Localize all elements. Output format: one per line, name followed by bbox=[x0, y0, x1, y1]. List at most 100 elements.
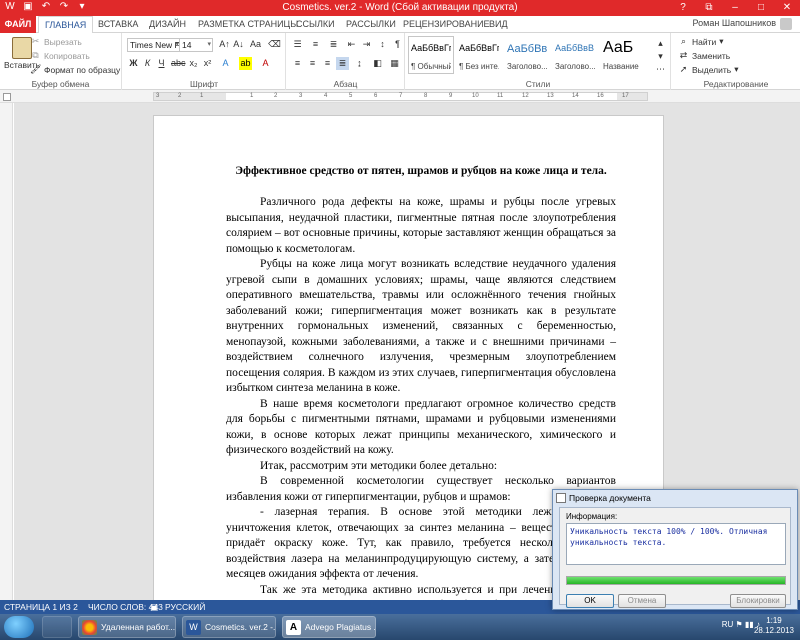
style-title[interactable]: АаБ Название bbox=[600, 36, 646, 74]
align-center-icon[interactable]: ≡ bbox=[306, 57, 319, 70]
increase-indent-icon[interactable]: ⇥ bbox=[360, 38, 373, 51]
document-check-dialog: Проверка документа Информация: Уникально… bbox=[552, 489, 798, 610]
task-word-document[interactable]: W Cosmetics. ver.2 -... bbox=[182, 616, 276, 638]
style-no-spacing[interactable]: АаБбВвГг, ¶ Без инте... bbox=[456, 36, 502, 74]
start-button[interactable] bbox=[4, 616, 34, 638]
tab-home[interactable]: ГЛАВНАЯ bbox=[38, 16, 94, 34]
dialog-title: Проверка документа bbox=[569, 493, 651, 503]
line-spacing-icon[interactable]: ↨ bbox=[353, 57, 366, 70]
tab-review[interactable]: РЕЦЕНЗИРОВАНИЕ bbox=[397, 16, 496, 33]
replace-button[interactable]: ⇄ Заменить bbox=[678, 50, 730, 61]
styles-more-icon[interactable]: ⋯ bbox=[654, 63, 667, 76]
select-button[interactable]: ➚ Выделить ▾ bbox=[678, 64, 739, 75]
group-label-paragraph: Абзац bbox=[333, 79, 358, 89]
language-indicator[interactable]: РУССКИЙ bbox=[165, 602, 205, 612]
borders-icon[interactable]: ▦ bbox=[388, 57, 401, 70]
close-button[interactable]: ✕ bbox=[774, 0, 800, 16]
paragraph: В наше время косметологи предлагают огро… bbox=[226, 397, 616, 457]
format-painter-button[interactable]: 🖌 Формат по образцу bbox=[30, 64, 120, 75]
ruler-bar: 3 2 1 1 2 3 4 5 6 7 8 9 10 11 12 13 14 1… bbox=[0, 90, 800, 103]
find-button[interactable]: ⌕ Найти ▾ bbox=[678, 36, 724, 47]
bullets-icon[interactable]: ☰ bbox=[291, 38, 304, 51]
task-remote-work[interactable]: Удаленная работ... bbox=[78, 616, 176, 638]
group-paragraph: ☰ ≡ ≣ ⇤ ⇥ ↕ ¶ ≡ ≡ ≡ ≣ ↨ ◧ ▦ Абзац bbox=[287, 33, 405, 90]
network-icon[interactable]: ▮▮ bbox=[745, 620, 754, 629]
ribbon-tabs: ФАЙЛ ГЛАВНАЯ ВСТАВКА ДИЗАЙН РАЗМЕТКА СТР… bbox=[0, 16, 800, 34]
font-name-select[interactable]: Times New F ▾ bbox=[127, 38, 181, 52]
align-left-icon[interactable]: ≡ bbox=[291, 57, 304, 70]
chrome-icon bbox=[82, 620, 97, 635]
align-right-icon[interactable]: ≡ bbox=[321, 57, 334, 70]
info-text-box[interactable]: Уникальность текста 100% / 100%. Отлична… bbox=[566, 523, 786, 565]
styles-scroll-down-icon[interactable]: ▾ bbox=[654, 50, 667, 63]
style-heading-2[interactable]: АаБбВвВ Заголово... bbox=[552, 36, 598, 74]
cancel-button[interactable]: Отмена bbox=[618, 594, 666, 608]
tab-references[interactable]: ССЫЛКИ bbox=[290, 16, 341, 33]
proofing-icon[interactable]: ▣ bbox=[150, 602, 158, 613]
multilevel-list-icon[interactable]: ≣ bbox=[327, 38, 340, 51]
numbering-icon[interactable]: ≡ bbox=[309, 38, 322, 51]
tab-mailings[interactable]: РАССЫЛКИ bbox=[340, 16, 402, 33]
clear-format-icon[interactable]: ⌫ bbox=[268, 38, 281, 51]
tab-design[interactable]: ДИЗАЙН bbox=[143, 16, 192, 33]
group-label-editing: Редактирование bbox=[703, 79, 769, 89]
superscript-button[interactable]: x² bbox=[201, 57, 214, 70]
change-case-icon[interactable]: Aa bbox=[249, 38, 262, 51]
tab-view[interactable]: ВИД bbox=[483, 16, 514, 33]
ok-button[interactable]: OK bbox=[566, 594, 614, 608]
vertical-ruler[interactable] bbox=[0, 103, 13, 600]
font-color-icon[interactable]: A bbox=[259, 57, 272, 70]
text-effects-icon[interactable]: A bbox=[219, 57, 232, 70]
user-name[interactable]: Роман Шапошников bbox=[693, 18, 776, 28]
style-normal[interactable]: АаБбВвГг, ¶ Обычный bbox=[408, 36, 454, 74]
styles-scroll-up-icon[interactable]: ▴ bbox=[654, 37, 667, 50]
blocks-button[interactable]: Блокировки bbox=[730, 594, 786, 608]
dialog-body: Информация: Уникальность текста 100% / 1… bbox=[559, 507, 791, 608]
chevron-down-icon: ▾ bbox=[207, 41, 211, 48]
copy-button[interactable]: ⧉ Копировать bbox=[30, 50, 90, 61]
ruler-tick: 17 bbox=[622, 93, 629, 99]
decrease-indent-icon[interactable]: ⇤ bbox=[345, 38, 358, 51]
subscript-button[interactable]: x₂ bbox=[187, 57, 200, 70]
ruler-tick: 5 bbox=[349, 93, 353, 99]
justify-icon[interactable]: ≣ bbox=[336, 57, 349, 70]
page-count[interactable]: СТРАНИЦА 1 ИЗ 2 bbox=[4, 602, 78, 612]
shading-icon[interactable]: ◧ bbox=[371, 57, 384, 70]
dialog-title-bar[interactable]: Проверка документа bbox=[553, 490, 797, 506]
shrink-font-icon[interactable]: A↓ bbox=[232, 38, 245, 51]
chevron-down-icon: ▾ bbox=[734, 64, 739, 74]
tab-selector[interactable] bbox=[3, 93, 11, 101]
uniqueness-progress-bar bbox=[566, 576, 786, 585]
group-label-clipboard: Буфер обмена bbox=[31, 79, 90, 89]
tab-page-layout[interactable]: РАЗМЕТКА СТРАНИЦЫ bbox=[192, 16, 304, 33]
flag-icon[interactable]: ⚑ bbox=[736, 620, 743, 629]
cut-button[interactable]: ✂ Вырезать bbox=[30, 36, 82, 47]
system-clock[interactable]: 1:19 28.12.2013 bbox=[754, 616, 794, 636]
ruler-tick: 7 bbox=[399, 93, 403, 99]
minimize-button[interactable]: – bbox=[722, 0, 748, 16]
strikethrough-button[interactable]: abc bbox=[171, 57, 186, 70]
horizontal-ruler[interactable]: 3 2 1 1 2 3 4 5 6 7 8 9 10 11 12 13 14 1… bbox=[153, 92, 648, 101]
sort-icon[interactable]: ↕ bbox=[376, 38, 389, 51]
bold-button[interactable]: Ж bbox=[127, 57, 140, 70]
tab-insert[interactable]: ВСТАВКА bbox=[92, 16, 144, 33]
font-size-select[interactable]: 14 ▾ bbox=[179, 38, 213, 52]
group-editing: ⌕ Найти ▾ ⇄ Заменить ➚ Выделить ▾ Редактирова… bbox=[672, 33, 800, 90]
underline-button[interactable]: Ч bbox=[155, 57, 168, 70]
user-avatar[interactable] bbox=[780, 18, 792, 30]
ribbon-display-icon[interactable]: ⧉ bbox=[696, 0, 722, 16]
pilcrow-icon[interactable]: ¶ bbox=[391, 38, 404, 51]
highlight-icon[interactable]: ab bbox=[239, 57, 252, 70]
ruler-tick: 16 bbox=[597, 93, 604, 99]
progress-fill bbox=[567, 577, 785, 584]
grow-font-icon[interactable]: A↑ bbox=[218, 38, 231, 51]
language-tray[interactable]: RU bbox=[722, 620, 734, 629]
help-icon[interactable]: ? bbox=[670, 0, 696, 16]
tab-file[interactable]: ФАЙЛ bbox=[0, 16, 36, 33]
style-heading-1[interactable]: АаБбВв Заголово... bbox=[504, 36, 550, 74]
task-advego-plagiatus[interactable]: A Advego Plagiatus ... bbox=[282, 616, 376, 638]
maximize-button[interactable]: □ bbox=[748, 0, 774, 16]
dialog-app-icon bbox=[556, 493, 566, 503]
italic-button[interactable]: К bbox=[141, 57, 154, 70]
explorer-taskbar-icon[interactable] bbox=[42, 616, 72, 638]
